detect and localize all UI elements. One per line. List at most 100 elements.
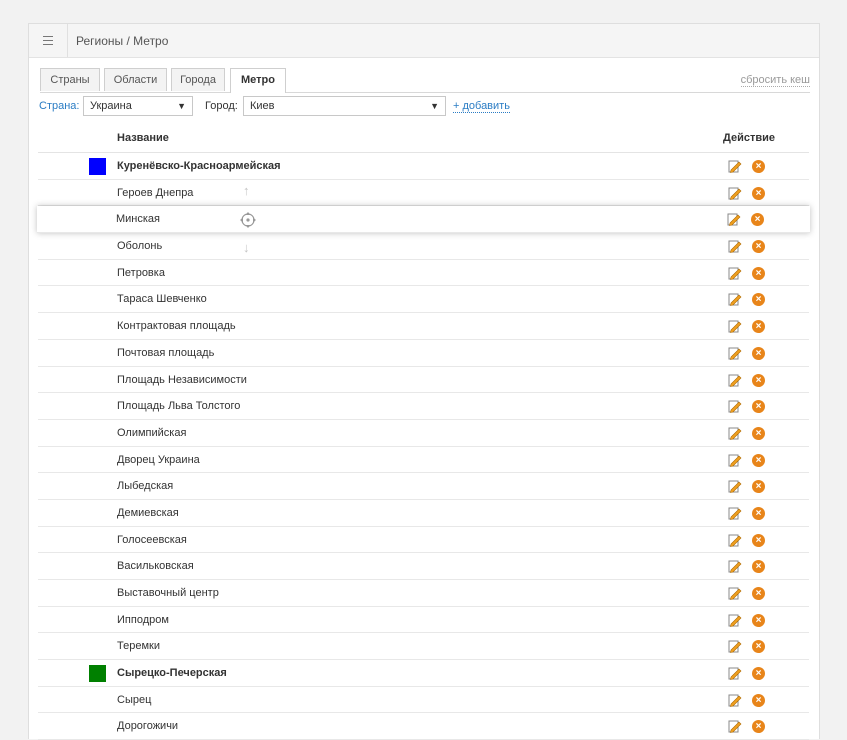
edit-icon[interactable] xyxy=(728,479,742,494)
delete-icon[interactable]: × xyxy=(752,373,765,387)
city-label: Город: xyxy=(205,100,238,112)
table-row[interactable]: Тараса Шевченко × xyxy=(38,286,809,314)
city-select-value: Киев xyxy=(250,100,275,112)
station-name: Дворец Украина xyxy=(117,453,200,466)
table-row[interactable]: Демиевская × xyxy=(38,500,809,527)
delete-icon[interactable]: × xyxy=(752,346,765,360)
table-header: Название Действие xyxy=(38,128,809,153)
line-color-swatch xyxy=(89,158,106,175)
table-row[interactable]: Васильковская × xyxy=(38,553,809,580)
station-name: Героев Днепра xyxy=(117,186,194,199)
edit-icon[interactable] xyxy=(728,559,742,574)
table-row[interactable]: Героев Днепра × ↑ xyxy=(38,180,809,207)
country-select[interactable]: Украина ▼ xyxy=(83,96,193,116)
table-row[interactable]: Дорогожичи × xyxy=(38,713,809,740)
edit-icon[interactable] xyxy=(728,159,742,173)
table-row[interactable]: Площадь Независимости × xyxy=(38,367,809,394)
tab-countries[interactable]: Страны xyxy=(40,68,100,91)
delete-icon[interactable]: × xyxy=(752,640,765,654)
delete-icon[interactable]: × xyxy=(752,240,765,254)
delete-icon[interactable]: × xyxy=(752,587,765,600)
table-row[interactable]: Лыбедская × xyxy=(38,473,809,500)
edit-icon[interactable] xyxy=(728,666,742,680)
delete-icon[interactable]: × xyxy=(752,266,765,280)
delete-icon[interactable]: × xyxy=(752,560,765,574)
station-name: Голосеевская xyxy=(117,533,187,546)
chevron-down-icon: ▼ xyxy=(177,101,186,111)
delete-icon[interactable]: × xyxy=(752,320,765,334)
station-name: Контрактовая площадь xyxy=(117,320,236,333)
table-row[interactable]: Контрактовая площадь × xyxy=(38,313,809,340)
edit-icon[interactable] xyxy=(728,506,742,520)
delete-icon[interactable]: × xyxy=(752,720,765,734)
delete-icon[interactable]: × xyxy=(752,506,765,520)
edit-icon[interactable] xyxy=(728,533,742,547)
line-row[interactable]: Сырецко-Печерская × xyxy=(38,660,809,687)
edit-icon[interactable] xyxy=(728,186,742,200)
delete-icon[interactable]: × xyxy=(752,693,765,707)
edit-icon[interactable] xyxy=(728,693,742,707)
edit-icon[interactable] xyxy=(728,319,742,334)
table-row[interactable]: Теремки × xyxy=(38,633,809,661)
edit-icon[interactable] xyxy=(728,426,742,440)
table-row[interactable]: Площадь Льва Толстого × xyxy=(38,393,809,420)
panel-header: Регионы / Метро xyxy=(29,24,819,58)
table-row[interactable]: Выставочный центр × xyxy=(38,580,809,607)
station-name: Васильковская xyxy=(117,560,194,573)
station-name: Тараса Шевченко xyxy=(117,293,207,306)
delete-icon[interactable]: × xyxy=(752,293,765,307)
country-select-value: Украина xyxy=(90,100,132,112)
delete-icon[interactable]: × xyxy=(752,480,765,494)
edit-icon[interactable] xyxy=(728,399,742,414)
line-color-swatch xyxy=(89,665,106,683)
filters-bar: Страна: Украина ▼ Город: Киев ▼ + добави… xyxy=(39,96,799,116)
move-icon[interactable] xyxy=(239,211,257,229)
tab-regions[interactable]: Области xyxy=(104,68,167,91)
tab-cities[interactable]: Города xyxy=(171,68,225,91)
edit-icon[interactable] xyxy=(728,639,742,654)
edit-icon[interactable] xyxy=(728,453,742,467)
table-row[interactable]: Голосеевская × xyxy=(38,527,809,554)
line-name: Сырецко-Печерская xyxy=(117,667,227,680)
edit-icon[interactable] xyxy=(728,586,742,600)
station-name: Площадь Независимости xyxy=(117,373,247,386)
delete-icon[interactable]: × xyxy=(752,160,765,173)
arrow-down-icon: ↓ xyxy=(243,240,250,256)
station-name: Теремки xyxy=(117,640,160,653)
edit-icon[interactable] xyxy=(728,719,742,734)
delete-icon[interactable]: × xyxy=(752,533,765,547)
table-row[interactable]: Оболонь × ↓ xyxy=(38,233,809,260)
reset-cache-link[interactable]: сбросить кеш xyxy=(740,74,810,87)
edit-icon[interactable] xyxy=(728,266,742,280)
tab-metro[interactable]: Метро xyxy=(230,68,286,93)
menu-icon[interactable] xyxy=(29,24,68,57)
edit-icon[interactable] xyxy=(728,346,742,360)
metro-panel: Регионы / Метро Страны Области Города Ме… xyxy=(28,23,820,740)
edit-icon[interactable] xyxy=(728,292,742,307)
edit-icon[interactable] xyxy=(728,373,742,387)
table-row[interactable]: Минская × xyxy=(37,206,810,234)
station-name: Олимпийская xyxy=(117,426,187,439)
add-link[interactable]: + добавить xyxy=(453,100,510,113)
table-row[interactable]: Олимпийская × xyxy=(38,420,809,447)
delete-icon[interactable]: × xyxy=(752,400,765,414)
station-name: Оболонь xyxy=(117,240,163,253)
edit-icon[interactable] xyxy=(728,239,742,253)
delete-icon[interactable]: × xyxy=(752,667,765,681)
delete-icon[interactable]: × xyxy=(752,426,765,440)
table-row[interactable]: Ипподром × xyxy=(38,607,809,634)
column-action-header: Действие xyxy=(723,132,775,144)
delete-icon[interactable]: × xyxy=(752,613,765,627)
table-row[interactable]: Дворец Украина × xyxy=(38,447,809,474)
table-row[interactable]: Сырец × xyxy=(38,687,809,714)
table-row[interactable]: Почтовая площадь × xyxy=(38,340,809,367)
edit-icon[interactable] xyxy=(727,212,741,227)
line-row[interactable]: Куренёвско-Красноармейская × xyxy=(38,153,809,180)
delete-icon[interactable]: × xyxy=(751,213,764,227)
delete-icon[interactable]: × xyxy=(752,186,765,200)
delete-icon[interactable]: × xyxy=(752,453,765,467)
city-select[interactable]: Киев ▼ xyxy=(243,96,446,116)
table-row[interactable]: Петровка × xyxy=(38,260,809,287)
edit-icon[interactable] xyxy=(728,613,742,627)
arrow-up-icon: ↑ xyxy=(243,182,250,198)
